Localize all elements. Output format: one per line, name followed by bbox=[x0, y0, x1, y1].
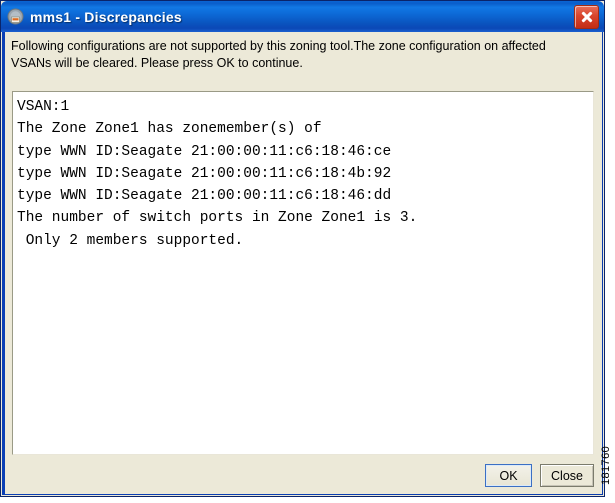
dialog-client-area: Following configurations are not support… bbox=[5, 32, 602, 494]
title-bar[interactable]: mms1 - Discrepancies bbox=[1, 1, 604, 32]
warning-message-line-2: VSANs will be cleared. Please press OK t… bbox=[11, 56, 303, 70]
figure-watermark: 181760 bbox=[600, 445, 612, 485]
discrepancy-details-text: VSAN:1 The Zone Zone1 has zonemember(s) … bbox=[17, 99, 418, 249]
dialog-button-row: OK Close bbox=[485, 464, 594, 487]
discrepancies-dialog: mms1 - Discrepancies Following configura… bbox=[0, 0, 605, 497]
warning-message-line-1: Following configurations are not support… bbox=[11, 39, 546, 53]
window-title: mms1 - Discrepancies bbox=[30, 8, 182, 25]
ok-button[interactable]: OK bbox=[485, 464, 533, 487]
application-icon bbox=[7, 8, 24, 25]
warning-message: Following configurations are not support… bbox=[11, 38, 589, 72]
close-icon[interactable] bbox=[574, 4, 599, 29]
discrepancy-details-panel[interactable]: VSAN:1 The Zone Zone1 has zonemember(s) … bbox=[12, 91, 594, 455]
close-button[interactable]: Close bbox=[540, 464, 594, 487]
